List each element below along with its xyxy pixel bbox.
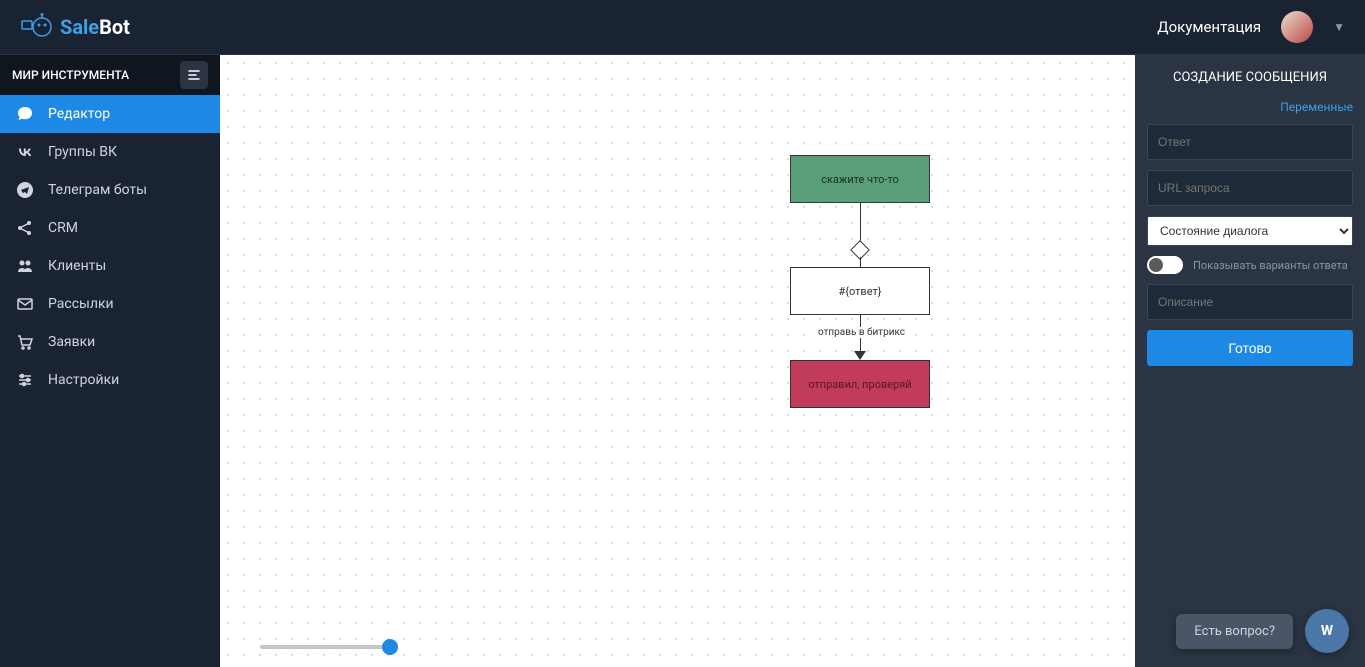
edge-line — [860, 203, 861, 243]
url-input[interactable] — [1147, 170, 1353, 206]
panel-title: СОЗДАНИЕ СООБЩЕНИЯ — [1147, 70, 1353, 85]
sliders-icon — [16, 371, 34, 389]
envelope-icon — [16, 295, 34, 313]
vk-icon — [16, 143, 34, 161]
users-icon — [16, 257, 34, 275]
sidebar-item-label: Редактор — [48, 106, 110, 122]
header: SaleBot Документация ▼ — [0, 0, 1365, 55]
sidebar-item-label: CRM — [48, 220, 78, 236]
answer-input[interactable] — [1147, 124, 1353, 160]
zoom-slider[interactable] — [260, 645, 390, 649]
sidebar-item-crm[interactable]: CRM — [0, 209, 220, 247]
sidebar-item-clients[interactable]: Клиенты — [0, 247, 220, 285]
vk-widget-icon[interactable]: W — [1305, 609, 1349, 653]
canvas[interactable]: отправь в битрикс скажите что-то #{ответ… — [220, 55, 1135, 667]
sidebar-item-label: Настройки — [48, 372, 119, 388]
header-right: Документация ▼ — [1157, 11, 1345, 43]
edge-label[interactable]: отправь в битрикс — [815, 327, 908, 338]
sidebar-item-label: Клиенты — [48, 258, 106, 274]
project-name: МИР ИНСТРУМЕНТА — [12, 68, 129, 82]
toggle-knob — [1149, 258, 1163, 272]
sidebar-item-settings[interactable]: Настройки — [0, 361, 220, 399]
dialog-state-select[interactable]: Состояние диалога — [1147, 216, 1353, 246]
logo-text: SaleBot — [60, 15, 130, 39]
description-input[interactable] — [1147, 284, 1353, 320]
sidebar-item-vk-groups[interactable]: Группы ВК — [0, 133, 220, 171]
variables-link[interactable]: Переменные — [1147, 100, 1353, 114]
telegram-icon — [16, 181, 34, 199]
sidebar-item-telegram[interactable]: Телеграм боты — [0, 171, 220, 209]
collapse-button[interactable] — [180, 61, 208, 89]
sidebar-item-mailings[interactable]: Рассылки — [0, 285, 220, 323]
node-end[interactable]: отправил, проверяй — [790, 360, 930, 408]
node-answer[interactable]: #{ответ} — [790, 267, 930, 315]
cart-icon — [16, 333, 34, 351]
show-variants-row: Показывать варианты ответа — [1147, 256, 1353, 274]
chat-widget[interactable]: Есть вопрос? — [1176, 614, 1293, 649]
sidebar: МИР ИНСТРУМЕНТА Редактор Группы ВК Телег… — [0, 55, 220, 667]
show-variants-toggle[interactable] — [1147, 256, 1183, 274]
chat-icon — [16, 105, 34, 123]
done-button[interactable]: Готово — [1147, 330, 1353, 366]
zoom-thumb[interactable] — [382, 639, 398, 655]
main: МИР ИНСТРУМЕНТА Редактор Группы ВК Телег… — [0, 55, 1365, 667]
avatar[interactable] — [1281, 11, 1313, 43]
show-variants-label: Показывать варианты ответа — [1193, 259, 1348, 272]
sidebar-item-label: Телеграм боты — [48, 182, 147, 198]
logo[interactable]: SaleBot — [20, 13, 130, 41]
chevron-down-icon[interactable]: ▼ — [1333, 20, 1345, 34]
sidebar-item-orders[interactable]: Заявки — [0, 323, 220, 361]
sidebar-item-label: Заявки — [48, 334, 95, 350]
sidebar-item-label: Группы ВК — [48, 144, 117, 160]
sidebar-item-editor[interactable]: Редактор — [0, 95, 220, 133]
logo-icon — [20, 13, 52, 41]
right-panel: СОЗДАНИЕ СООБЩЕНИЯ Переменные Состояние … — [1135, 55, 1365, 667]
sidebar-header: МИР ИНСТРУМЕНТА — [0, 55, 220, 95]
node-start[interactable]: скажите что-то — [790, 155, 930, 203]
share-icon — [16, 219, 34, 237]
edge-line — [860, 257, 861, 267]
arrow-icon — [854, 351, 866, 360]
sidebar-item-label: Рассылки — [48, 296, 114, 312]
documentation-link[interactable]: Документация — [1157, 18, 1261, 36]
